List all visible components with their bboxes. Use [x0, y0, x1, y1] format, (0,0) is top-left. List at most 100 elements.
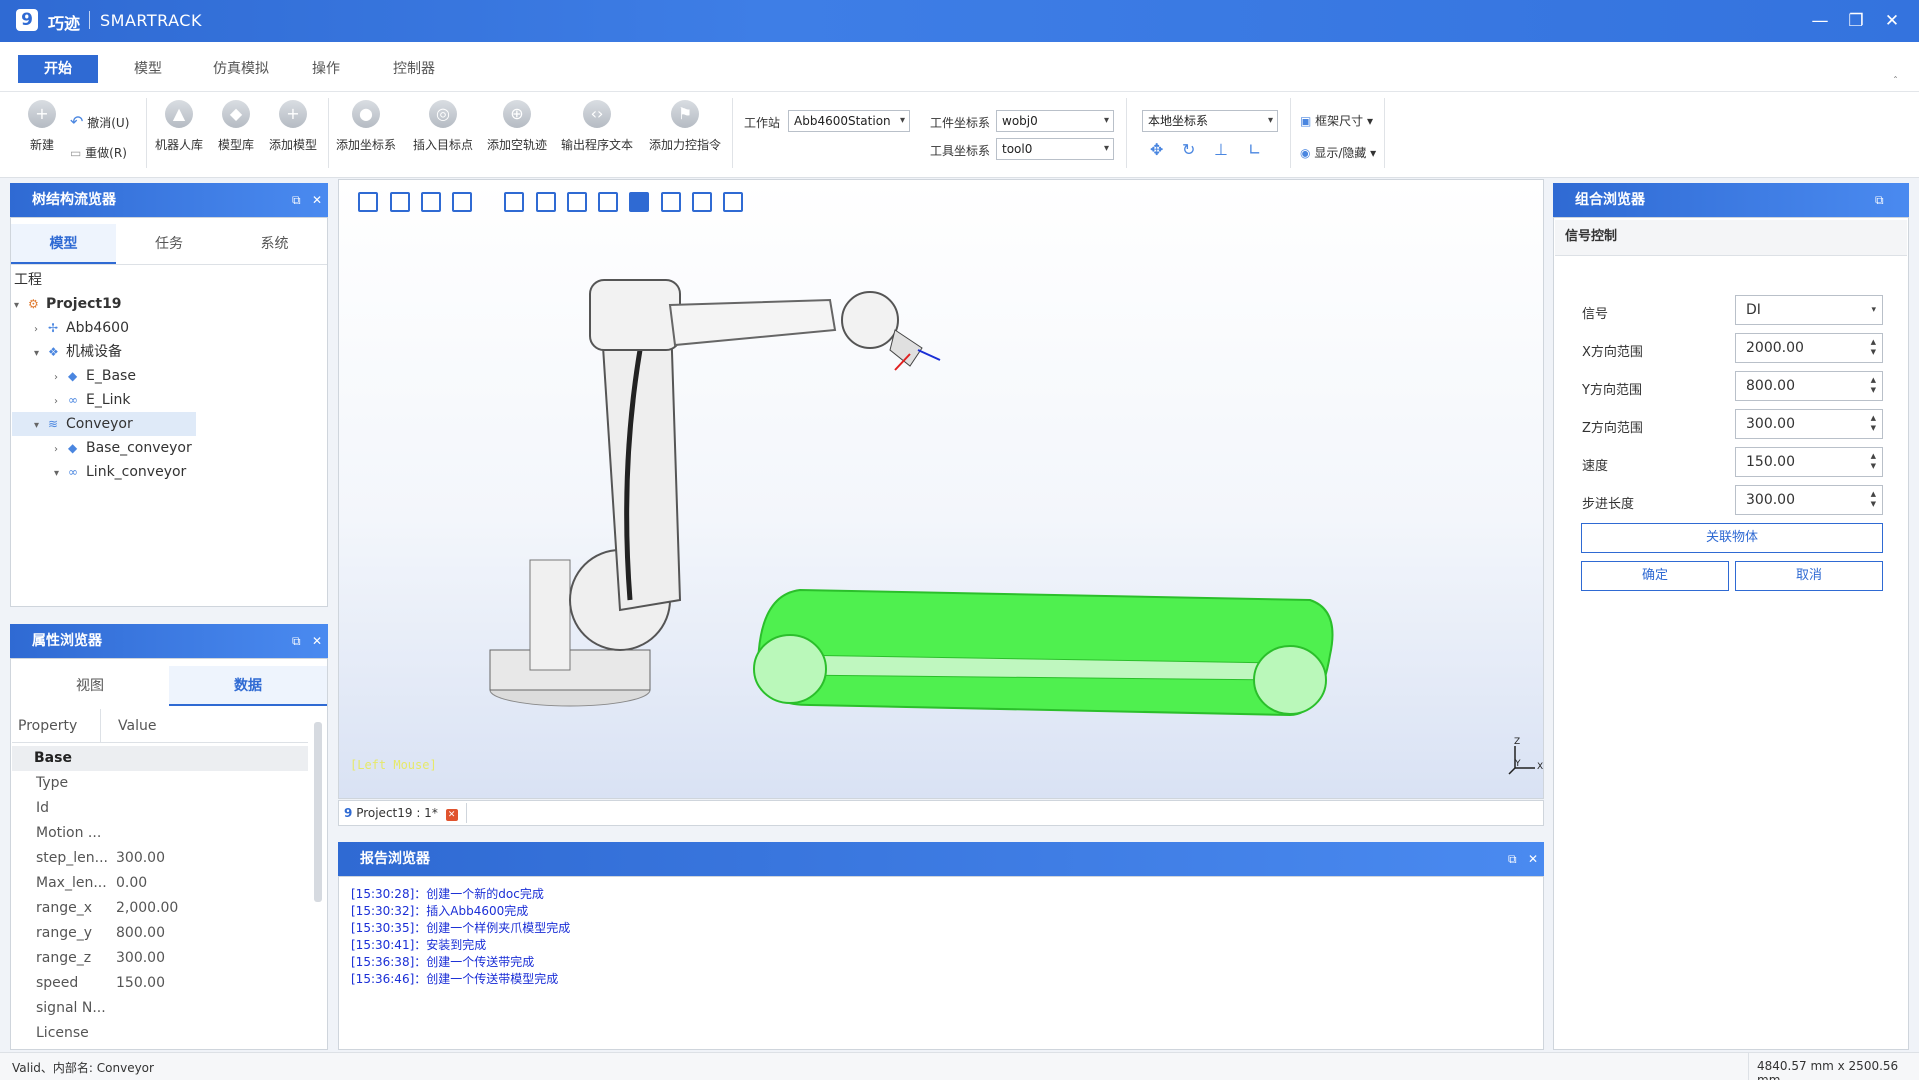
prop-row[interactable]: Max_len... 0.00 — [12, 871, 308, 896]
tab-start[interactable]: 开始 — [18, 55, 98, 83]
close-icon[interactable]: ✕ — [1528, 852, 1538, 866]
view-bottom-icon[interactable] — [661, 192, 681, 212]
view-front-icon[interactable] — [390, 192, 410, 212]
add-frame-button[interactable]: ● 添加坐标系 — [334, 100, 398, 153]
coordinate-system-select[interactable]: 本地坐标系 — [1142, 110, 1278, 132]
station-select[interactable]: Abb4600Station — [788, 110, 910, 132]
step-length-spinbox[interactable]: 300.00 ▲ ▼ — [1735, 485, 1883, 515]
props-scrollbar[interactable] — [314, 722, 322, 902]
x-range-spinbox[interactable]: 2000.00 ▲ ▼ — [1735, 333, 1883, 363]
props-header: Property Value — [12, 709, 308, 743]
tab-tasks[interactable]: 任务 — [116, 224, 222, 264]
align-down-icon[interactable]: ⊥ — [1214, 140, 1228, 159]
mechanism-icon: ❖ — [48, 345, 59, 359]
minimize-icon[interactable]: — — [1806, 8, 1834, 34]
insert-target-button[interactable]: ◎ 插入目标点 — [408, 100, 478, 153]
zoom-window-icon[interactable] — [723, 192, 743, 212]
props-group[interactable]: Base — [12, 746, 308, 771]
tab-view[interactable]: 视图 — [11, 666, 169, 706]
close-icon[interactable]: ✕ — [1878, 8, 1906, 34]
tab-simulation[interactable]: 仿真模拟 — [196, 55, 286, 83]
z-range-spinbox[interactable]: 300.00 ▲ ▼ — [1735, 409, 1883, 439]
view-iso-4-icon[interactable] — [598, 192, 618, 212]
prop-row[interactable]: Motion ... — [12, 821, 308, 846]
frame-size-button[interactable]: ▣ 框架尺寸 ▾ — [1300, 112, 1373, 129]
spin-arrows-icon[interactable]: ▲ ▼ — [1871, 451, 1876, 471]
view-right-icon[interactable] — [421, 192, 441, 212]
prop-row[interactable]: range_y 800.00 — [12, 921, 308, 946]
add-path-button[interactable]: ⊕ 添加空轨迹 — [484, 100, 550, 153]
close-icon[interactable]: ✕ — [312, 634, 322, 648]
cancel-button[interactable]: 取消 — [1735, 561, 1883, 591]
tree-item-mechanism[interactable]: ▾ ❖ 机械设备 — [12, 340, 326, 364]
prop-row[interactable]: Id — [12, 796, 308, 821]
undo-icon: ↶ — [70, 112, 84, 131]
tab-data[interactable]: 数据 — [169, 666, 327, 706]
view-iso-3-icon[interactable] — [567, 192, 587, 212]
prop-row[interactable]: range_z 300.00 — [12, 946, 308, 971]
tree-item-link-conveyor[interactable]: ▾ ∞ Link_conveyor — [12, 460, 326, 484]
robot-library-button[interactable]: ▲ 机器人库 — [150, 100, 208, 153]
prop-row[interactable]: range_x 2,000.00 — [12, 896, 308, 921]
float-icon[interactable]: ⧉ — [1875, 193, 1884, 208]
fit-all-icon[interactable] — [692, 192, 712, 212]
tree-item-base-conveyor[interactable]: › ◆ Base_conveyor — [12, 436, 326, 460]
collapse-ribbon-icon[interactable]: ˆ — [1893, 76, 1898, 87]
float-icon[interactable]: ⧉ — [1508, 852, 1517, 867]
corner-icon[interactable]: ∟ — [1248, 140, 1261, 159]
tree-item-conveyor[interactable]: ▾ ≋ Conveyor — [12, 412, 196, 436]
tab-model[interactable]: 模型 — [110, 55, 186, 83]
spin-arrows-icon[interactable]: ▲ ▼ — [1871, 413, 1876, 433]
float-icon[interactable]: ⧉ — [292, 634, 301, 649]
signal-select[interactable]: DI ▾ — [1735, 295, 1883, 325]
prop-row[interactable]: License — [12, 1021, 308, 1046]
tab-operation[interactable]: 操作 — [296, 55, 356, 83]
conveyor-model[interactable] — [750, 585, 1350, 720]
chevron-down-icon: ▾ — [1871, 305, 1876, 315]
ok-button[interactable]: 确定 — [1581, 561, 1729, 591]
tab-system[interactable]: 系统 — [222, 224, 327, 264]
new-button[interactable]: + 新建 — [22, 100, 62, 153]
tree-item-e-link[interactable]: › ∞ E_Link — [12, 388, 326, 412]
rotate-icon[interactable]: ↻ — [1182, 140, 1195, 159]
add-model-button[interactable]: + 添加模型 — [264, 100, 322, 153]
y-range-spinbox[interactable]: 800.00 ▲ ▼ — [1735, 371, 1883, 401]
view-top-icon[interactable] — [629, 192, 649, 212]
tool-select[interactable]: tool0 — [996, 138, 1114, 160]
tree-panel-title: 树结构流览器 — [10, 183, 328, 217]
speed-label: 速度 — [1582, 459, 1609, 474]
move-icon[interactable]: ✥ — [1150, 140, 1163, 159]
export-program-button[interactable]: ‹› 输出程序文本 — [558, 100, 636, 153]
tree-item-project[interactable]: ▾ ⚙ Project19 — [12, 292, 326, 316]
model-library-button[interactable]: ◆ 模型库 — [210, 100, 262, 153]
prop-row[interactable]: Type — [12, 771, 308, 796]
view-iso-1-icon[interactable] — [504, 192, 524, 212]
close-tab-icon[interactable]: ✕ — [445, 809, 458, 821]
spin-arrows-icon[interactable]: ▲ ▼ — [1871, 489, 1876, 509]
tab-controller[interactable]: 控制器 — [376, 55, 452, 83]
view-left-icon[interactable] — [358, 192, 378, 212]
float-icon[interactable]: ⧉ — [292, 193, 301, 208]
spin-arrows-icon[interactable]: ▲ ▼ — [1871, 375, 1876, 395]
close-icon[interactable]: ✕ — [312, 193, 322, 207]
view-back-icon[interactable] — [452, 192, 472, 212]
undo-button[interactable]: ↶ 撤消(U) — [70, 112, 129, 131]
tree-item-e-base[interactable]: › ◆ E_Base — [12, 364, 326, 388]
prop-row[interactable]: step_len... 300.00 — [12, 846, 308, 871]
spin-arrows-icon[interactable]: ▲ ▼ — [1871, 337, 1876, 357]
document-tab[interactable]: 9 Project19 : 1* ✕ — [344, 803, 467, 823]
show-hide-button[interactable]: ◉ 显示/隐藏 ▾ — [1300, 144, 1376, 161]
tab-model-tree[interactable]: 模型 — [11, 224, 116, 264]
prop-row[interactable]: speed 150.00 — [12, 971, 308, 996]
wobj-select[interactable]: wobj0 — [996, 110, 1114, 132]
add-force-cmd-button[interactable]: ⚑ 添加力控指令 — [646, 100, 724, 153]
document-tabbar — [338, 800, 1544, 826]
tree-item-robot[interactable]: › ✢ Abb4600 — [12, 316, 326, 340]
restore-icon[interactable]: ❐ — [1842, 8, 1870, 34]
speed-spinbox[interactable]: 150.00 ▲ ▼ — [1735, 447, 1883, 477]
col-property: Property — [18, 718, 78, 734]
redo-button[interactable]: ▭ 重做(R) — [70, 144, 127, 161]
view-iso-2-icon[interactable] — [536, 192, 556, 212]
link-object-button[interactable]: 关联物体 — [1581, 523, 1883, 553]
prop-row[interactable]: signal N... — [12, 996, 308, 1021]
